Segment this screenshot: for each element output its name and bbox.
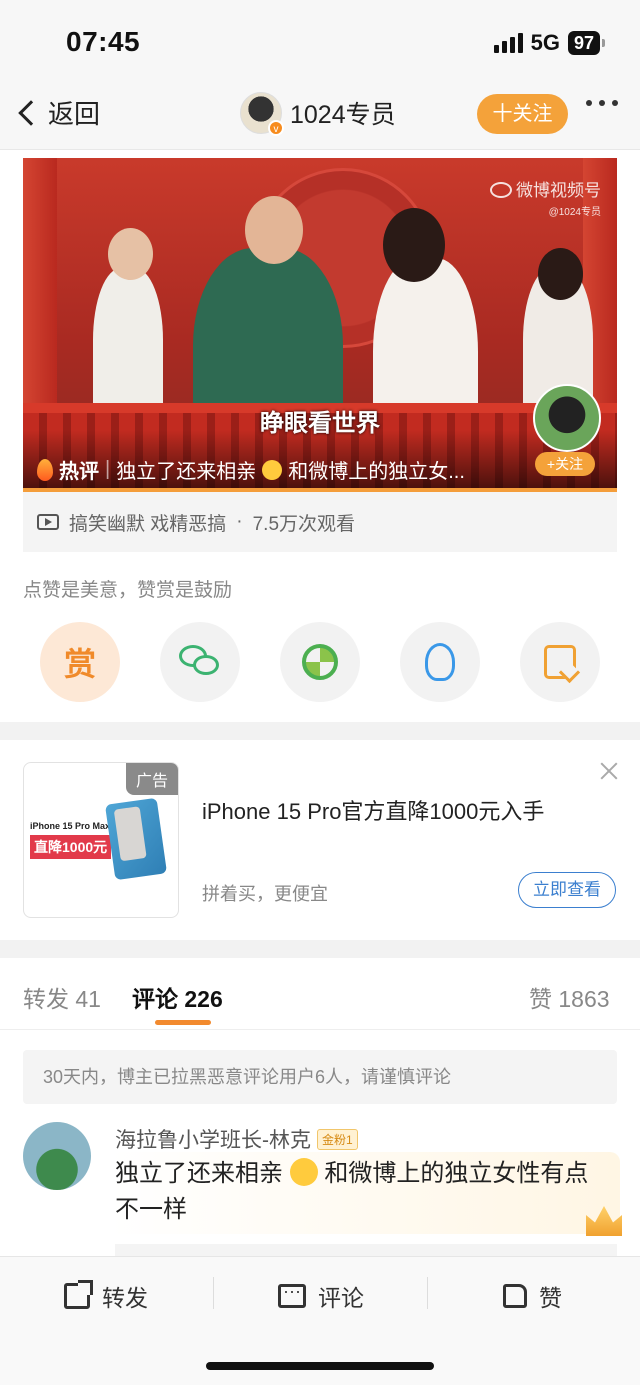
hot-text-rest: 和微博上的独立女... [288, 461, 465, 483]
close-icon[interactable] [598, 760, 620, 782]
video-player[interactable]: 微博视频号 @1024专员 睁眼看世界 热评 | 独立了还来相亲 和微博上的独立… [23, 158, 617, 492]
like-button[interactable]: 赞 [503, 1279, 562, 1313]
video-author-avatar[interactable] [533, 384, 601, 452]
tab-indicator [155, 1020, 211, 1025]
comment-author-name: 海拉鲁小学班长-林克 [115, 1129, 311, 1152]
fan-badge: 金粉1 [317, 1128, 358, 1150]
comment-text[interactable]: 独立了还来相亲 和微博上的独立女性有点不一样 [115, 1156, 595, 1228]
back-label: 返回 [48, 99, 101, 129]
comment-icon [278, 1281, 306, 1308]
video-play-icon [37, 514, 59, 530]
repost-label: 转发 [102, 1285, 148, 1311]
repost-button[interactable]: 转发 [64, 1279, 148, 1313]
hot-text: 独立了还来相亲 [116, 461, 257, 483]
ad-badge: 广告 [125, 763, 178, 795]
video-category: 搞笑幽默 戏精恶搞 [69, 513, 227, 535]
action-separator [213, 1277, 214, 1309]
share-wechat-button[interactable] [160, 622, 240, 702]
qq-icon [425, 643, 455, 681]
save-image-icon [544, 645, 576, 679]
video-person-head [245, 196, 303, 264]
like-note: 点赞是美意，赞赏是鼓励 [23, 580, 233, 601]
share-moments-button[interactable] [280, 622, 360, 702]
back-button[interactable]: 返回 [16, 94, 100, 131]
status-indicators: 5G 97 [493, 30, 606, 56]
nav-bar: 返回 v 1024专员 十关注 [0, 80, 640, 150]
nav-user[interactable]: v 1024专员 [240, 92, 396, 136]
tab-count: 226 [184, 986, 223, 1012]
tab-comments[interactable]: 评论 226 [132, 980, 223, 1014]
video-follow-button[interactable]: +关注 [535, 452, 595, 476]
more-options-icon[interactable] [586, 100, 618, 106]
video-person-head [383, 208, 445, 282]
hot-separator: | [105, 458, 111, 480]
section-divider [0, 722, 640, 740]
comment-label: 评论 [318, 1285, 364, 1311]
tab-reposts[interactable]: 转发 41 [23, 980, 101, 1014]
tab-likes[interactable]: 赞 1863 [529, 980, 610, 1014]
video-person-head [108, 228, 153, 280]
comment-text-part: 独立了还来相亲 [115, 1160, 283, 1187]
section-divider [0, 940, 640, 958]
ad-image[interactable]: 广告 iPhone 15 Pro Max 直降1000元 [23, 762, 179, 918]
signal-icon [493, 33, 523, 53]
tab-label: 评论 [132, 986, 178, 1012]
back-chevron-icon [18, 99, 44, 126]
comment-author[interactable]: 海拉鲁小学班长-林克 金粉1 [115, 1124, 358, 1154]
comment-notice: 30天内，博主已拉黑恶意评论用户6人，请谨慎评论 [23, 1050, 617, 1104]
avatar: v [240, 92, 284, 136]
video-meta[interactable]: 搞笑幽默 戏精恶搞 · 7.5万次观看 [23, 492, 617, 552]
status-time: 07:45 [66, 26, 141, 57]
smile-emoji-icon [289, 1158, 318, 1186]
repost-icon [64, 1280, 93, 1309]
tab-label: 赞 [529, 986, 552, 1012]
home-indicator [206, 1362, 434, 1370]
tab-label: 转发 [23, 986, 69, 1012]
share-qq-button[interactable] [400, 622, 480, 702]
reward-button[interactable]: 赏 [40, 622, 120, 702]
video-watermark: 微博视频号 @1024专员 [490, 176, 601, 218]
tab-count: 1863 [558, 986, 610, 1012]
hot-label: 热评 [59, 461, 99, 483]
ad-product-name: iPhone 15 Pro Max [30, 821, 111, 831]
avatar[interactable] [23, 1122, 91, 1190]
tab-count: 41 [75, 986, 101, 1012]
save-image-button[interactable] [520, 622, 600, 702]
smile-emoji-icon [262, 459, 283, 480]
action-separator [427, 1277, 428, 1309]
comment-button[interactable]: 评论 [278, 1279, 364, 1313]
video-meta-separator: · [236, 511, 243, 532]
watermark-title: 微博视频号 [516, 181, 601, 200]
phone-image-icon [104, 797, 168, 881]
hot-comment-line[interactable]: 热评 | 独立了还来相亲 和微博上的独立女... [37, 455, 507, 484]
status-bar: 07:45 5G 97 [0, 0, 640, 80]
interaction-tabs: 转发 41 评论 226 赞 1863 [0, 958, 640, 1030]
network-label: 5G [530, 30, 560, 55]
share-row: 赏 [40, 622, 600, 702]
ad-price: 直降1000元 [30, 835, 112, 859]
thumbs-up-icon [503, 1284, 527, 1308]
watermark-sub: @1024专员 [548, 207, 601, 218]
video-person-head [538, 248, 583, 300]
ad-subtitle: 拼着买，更便宜 [202, 884, 328, 904]
ad-title[interactable]: iPhone 15 Pro官方直降1000元入手 [202, 794, 544, 826]
fire-icon [37, 458, 53, 481]
moments-icon [302, 644, 338, 680]
verified-badge-icon: v [268, 120, 284, 136]
wechat-icon [179, 645, 221, 679]
ad-cta-button[interactable]: 立即查看 [518, 872, 616, 908]
weibo-logo-icon [490, 182, 512, 198]
follow-button[interactable]: 十关注 [477, 94, 568, 134]
like-label: 赞 [539, 1285, 562, 1311]
battery-icon: 97 [567, 31, 606, 55]
nav-username: 1024专员 [290, 101, 396, 129]
video-views: 7.5万次观看 [252, 513, 356, 535]
